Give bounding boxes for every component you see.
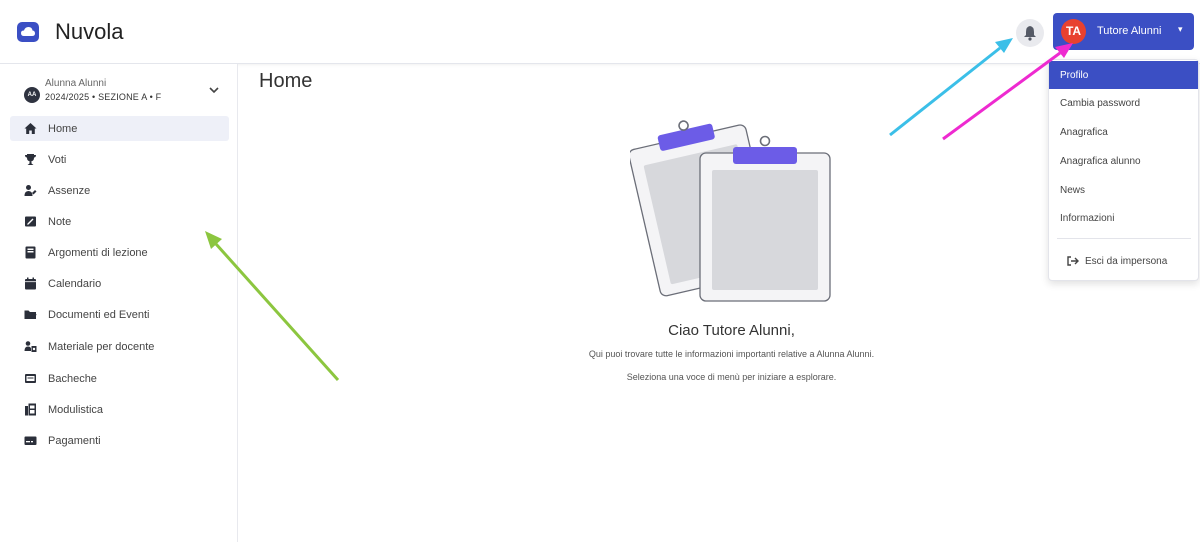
magenta-annotation-arrow-line xyxy=(942,51,1061,141)
annotation-arrows xyxy=(205,38,1073,382)
green-annotation-arrow-line xyxy=(214,242,340,382)
blue-annotation-arrow-line xyxy=(889,46,1001,137)
